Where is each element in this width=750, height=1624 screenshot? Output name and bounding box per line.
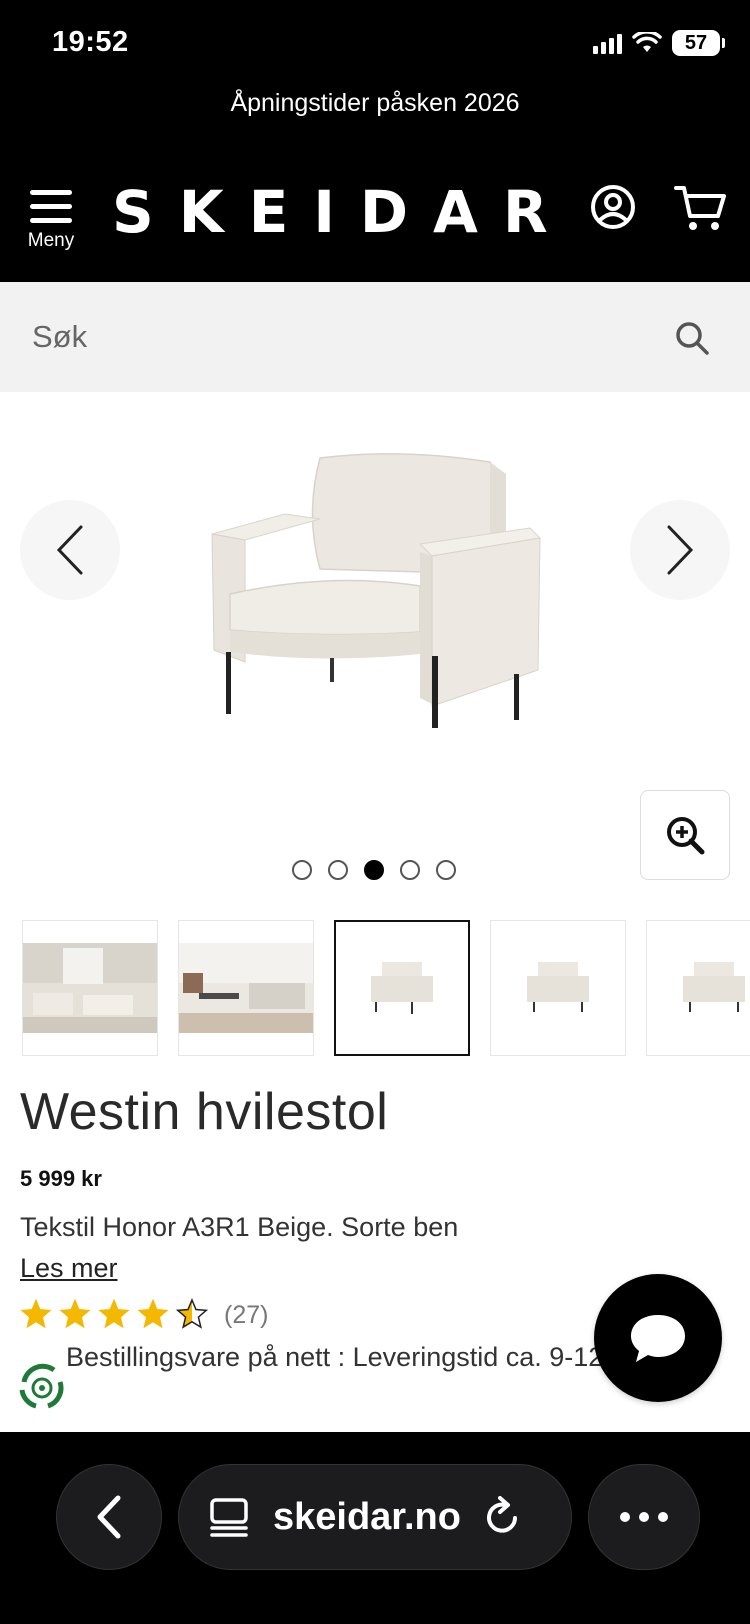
reader-icon[interactable]: [209, 1497, 249, 1537]
rating[interactable]: (27): [20, 1298, 268, 1332]
cart-icon[interactable]: [674, 184, 726, 232]
promo-text[interactable]: Åpningstider påsken 2026: [0, 84, 750, 122]
gallery-dot-active[interactable]: [364, 860, 384, 880]
gallery-dot[interactable]: [436, 860, 456, 880]
reload-icon[interactable]: [483, 1496, 523, 1538]
status-bar: 19:52 57: [0, 0, 750, 90]
thumbnail-strip: [22, 920, 750, 1056]
browser-back-button[interactable]: [56, 1464, 162, 1570]
product-price: 5 999 kr: [20, 1166, 102, 1191]
menu-button[interactable]: Meny: [24, 190, 78, 252]
menu-label: Meny: [27, 230, 75, 251]
gallery-dot[interactable]: [400, 860, 420, 880]
search-input[interactable]: [32, 312, 632, 362]
zoom-button[interactable]: [640, 790, 730, 880]
star-icon: [20, 1298, 52, 1329]
status-icons: 57: [593, 30, 725, 56]
url-bar[interactable]: skeidar.no: [178, 1464, 572, 1570]
chat-icon: [631, 1315, 685, 1362]
gallery-dot[interactable]: [328, 860, 348, 880]
thumbnail[interactable]: [22, 920, 158, 1056]
thumbnail[interactable]: [178, 920, 314, 1056]
product-title: Westin hvilestol: [20, 1083, 389, 1141]
zoom-in-icon: [667, 817, 705, 855]
hamburger-icon: [24, 190, 78, 223]
star-rating: [20, 1298, 209, 1329]
browser-toolbar: skeidar.no: [0, 1432, 750, 1624]
thumbnail[interactable]: [646, 920, 750, 1056]
gallery-next-button[interactable]: [630, 500, 730, 600]
eco-badge-icon[interactable]: [14, 1360, 70, 1416]
gallery-prev-button[interactable]: [20, 500, 120, 600]
more-icon-dot: [620, 1512, 630, 1522]
more-icon-dot: [639, 1512, 649, 1522]
signal-icon: [593, 32, 622, 54]
chevron-left-icon: [56, 525, 83, 575]
promo-bar[interactable]: Åpningstider påsken 2026: [0, 84, 750, 154]
user-icon[interactable]: [590, 184, 636, 230]
thumbnail-image: [527, 962, 589, 1012]
star-icon: [59, 1298, 91, 1329]
site-logo[interactable]: SKEIDAR: [112, 178, 573, 246]
thumbnail-active[interactable]: [334, 920, 470, 1056]
product-image[interactable]: [210, 444, 560, 734]
site-header: Meny SKEIDAR: [0, 154, 750, 282]
search-bar: [0, 282, 750, 392]
thumbnail-image: [683, 962, 745, 1012]
more-icon-dot: [658, 1512, 668, 1522]
chevron-left-icon: [97, 1495, 121, 1539]
delivery-info: Bestillingsvare på nett : Leveringstid c…: [66, 1342, 626, 1372]
battery-indicator: 57: [672, 30, 725, 56]
thumbnail-image: [179, 943, 313, 1033]
thumbnail-image: [23, 943, 157, 1033]
more-button[interactable]: [588, 1464, 700, 1570]
status-time: 19:52: [52, 26, 129, 58]
star-icon: [137, 1298, 169, 1329]
product-variant: Tekstil Honor A3R1 Beige. Sorte ben: [20, 1212, 459, 1242]
url-text[interactable]: skeidar.no: [273, 1496, 461, 1539]
product-gallery: [0, 392, 750, 892]
read-more-link[interactable]: Les mer: [20, 1253, 118, 1284]
search-icon[interactable]: [674, 320, 710, 356]
chevron-right-icon: [667, 525, 694, 575]
star-icon: [175, 1298, 209, 1329]
gallery-dot[interactable]: [292, 860, 312, 880]
thumbnail-image: [371, 962, 433, 1014]
gallery-pagination: [292, 860, 456, 880]
wifi-icon: [632, 32, 662, 52]
thumbnail[interactable]: [490, 920, 626, 1056]
chat-button[interactable]: [594, 1274, 722, 1402]
star-icon: [98, 1298, 130, 1329]
rating-count[interactable]: (27): [224, 1301, 268, 1330]
